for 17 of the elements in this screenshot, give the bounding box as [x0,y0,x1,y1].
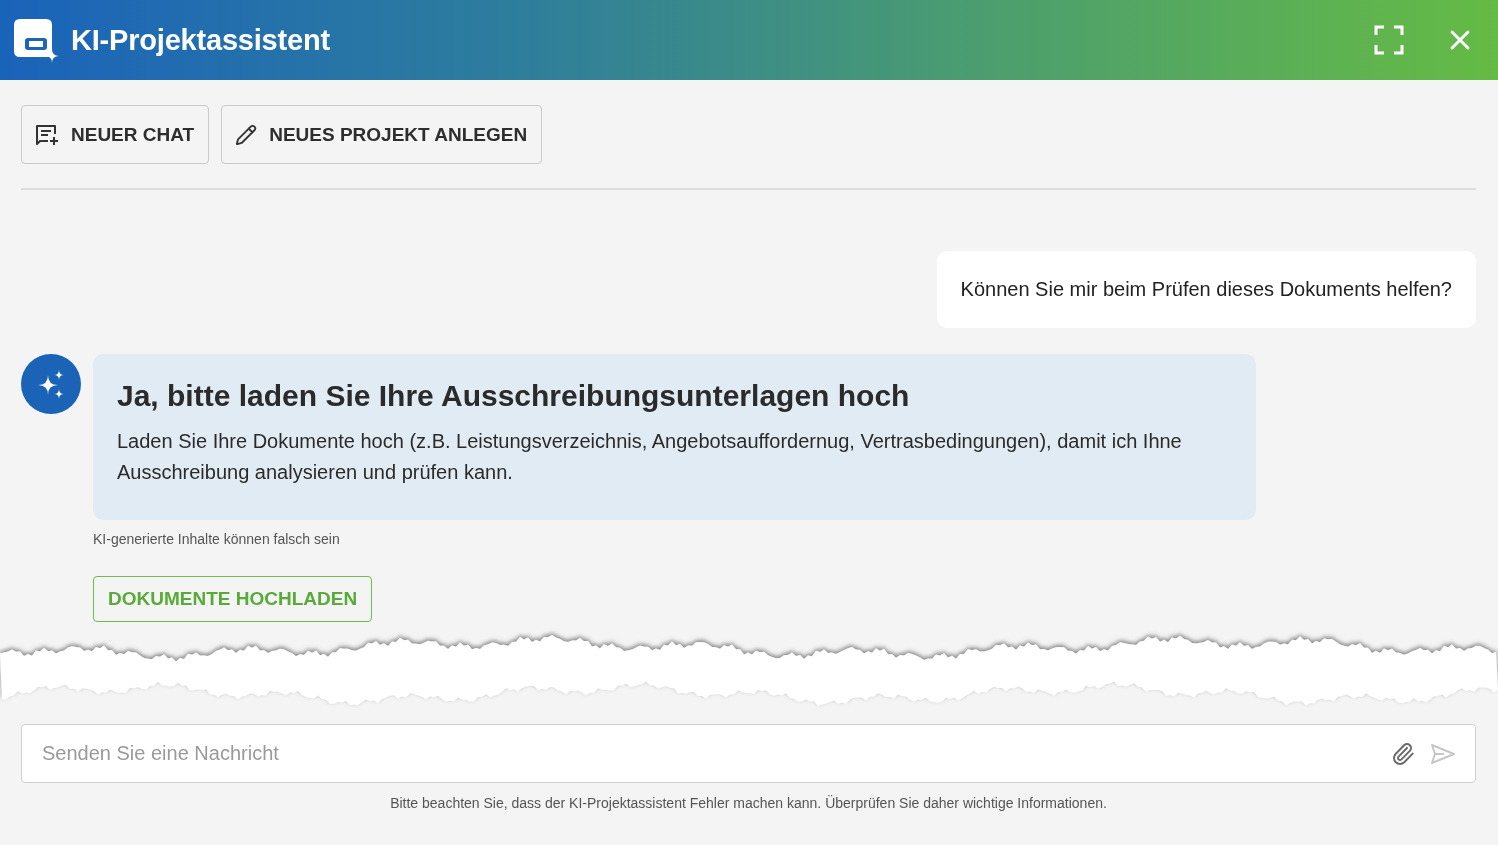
message-input-field[interactable]: Senden Sie eine Nachricht [40,741,1377,766]
pencil-icon [235,123,258,146]
sparkles-avatar-icon [21,354,81,414]
window-title: KI-Projektassistent [71,23,331,57]
message-heading: Ja, bitte laden Sie Ihre Ausschreibungsunterlagen hoch [117,378,911,414]
chat-plus-icon [35,122,59,147]
message-text: Laden Sie Ihre Dokumente hoch (z.B. Leistungsverzeichnis, Angebotsauffordernug, Vertrasbedingungen), damit ich Ihne Ausschreibung analysieren und prüfen kann. [117,429,1183,485]
new-project-button[interactable]: NEUES PROJEKT ANLEGEN [221,105,543,164]
ai-disclaimer: KI-generierte Inhalte können falsch sein [93,530,340,548]
logo-icon [14,17,59,63]
paperclip-icon [1391,741,1415,766]
new-chat-button[interactable]: NEUER CHAT [21,105,210,164]
send-icon [1431,743,1455,764]
footer-note: Bitte beachten Sie, dass der KI-Projektassistent Fehler machen kann. Überprüfen Sie daher wichtige Informationen. [389,795,1108,811]
user-message: Können Sie mir beim Prüfen dieses Dokuments helfen? [936,251,1476,328]
message-composer[interactable]: Senden Sie eine Nachricht [21,724,1476,783]
fullscreen-icon [1374,25,1404,55]
